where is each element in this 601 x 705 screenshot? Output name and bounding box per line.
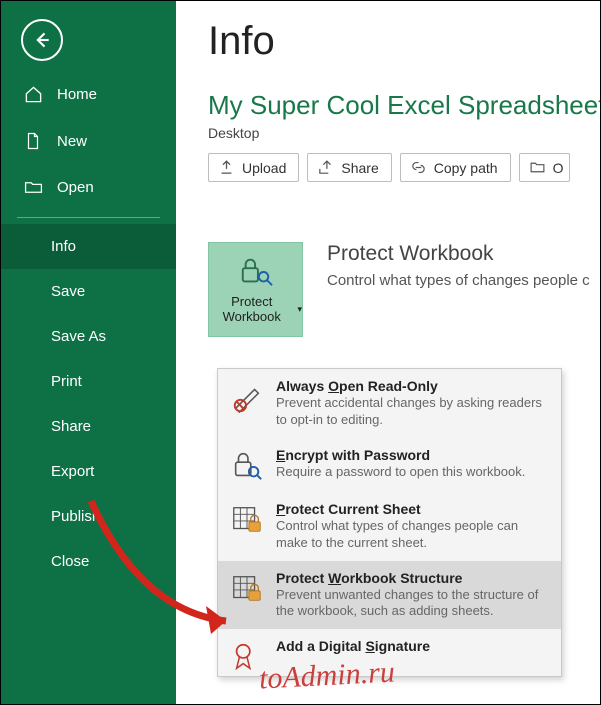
sidebar-item-label: Save xyxy=(51,283,85,300)
upload-icon xyxy=(218,159,235,176)
button-label: Copy path xyxy=(434,160,498,176)
sidebar-item-save[interactable]: Save xyxy=(1,269,176,314)
sidebar-item-print[interactable]: Print xyxy=(1,359,176,404)
protect-workbook-menu: Always Open Read-Only Prevent accidental… xyxy=(217,368,562,677)
menu-item-desc: Prevent unwanted changes to the structur… xyxy=(276,587,551,621)
sidebar-divider xyxy=(17,217,160,218)
open-location-button[interactable]: O xyxy=(519,153,571,182)
share-icon xyxy=(317,159,334,176)
sheet-lock-icon xyxy=(228,501,266,552)
menu-item-protect-structure[interactable]: Protect Workbook Structure Prevent unwan… xyxy=(218,561,561,630)
sidebar-item-info[interactable]: Info xyxy=(1,224,176,269)
sidebar-item-label: Close xyxy=(51,553,89,570)
sidebar-item-open[interactable]: Open xyxy=(1,164,176,211)
menu-item-title: Encrypt with Password xyxy=(276,447,525,463)
sidebar-item-close[interactable]: Close xyxy=(1,539,176,584)
menu-item-title: Protect Current Sheet xyxy=(276,501,551,517)
share-button[interactable]: Share xyxy=(307,153,391,182)
sidebar-item-label: Publish xyxy=(51,508,100,525)
lock-key-icon xyxy=(228,447,266,483)
folder-icon xyxy=(529,159,546,176)
button-label: Share xyxy=(341,160,378,176)
sidebar-item-label: Home xyxy=(57,86,97,103)
menu-item-desc: Prevent accidental changes by asking rea… xyxy=(276,395,551,429)
back-button[interactable] xyxy=(21,19,63,61)
sidebar-item-label: Share xyxy=(51,418,91,435)
protect-description: Control what types of changes people c xyxy=(327,272,590,289)
backstage-sidebar: Home New Open Info Save Save As Print xyxy=(1,1,176,704)
menu-item-desc: Require a password to open this workbook… xyxy=(276,464,525,481)
sidebar-item-label: Info xyxy=(51,238,76,255)
sidebar-item-label: Save As xyxy=(51,328,106,345)
menu-item-title: Add a Digital Signature xyxy=(276,638,430,654)
lock-search-icon xyxy=(237,255,275,289)
protect-heading: Protect Workbook xyxy=(327,242,590,266)
menu-item-title: Always Open Read-Only xyxy=(276,378,551,394)
signature-ribbon-icon xyxy=(228,638,266,674)
pencil-forbidden-icon xyxy=(228,378,266,429)
sidebar-item-export[interactable]: Export xyxy=(1,449,176,494)
workbook-lock-icon xyxy=(228,570,266,621)
link-icon xyxy=(410,159,427,176)
chevron-down-icon: ▾ xyxy=(297,304,302,314)
page-title: Info xyxy=(208,19,600,64)
sidebar-item-save-as[interactable]: Save As xyxy=(1,314,176,359)
tile-label: Protect Workbook xyxy=(209,295,294,325)
protect-workbook-tile[interactable]: Protect Workbook ▾ xyxy=(208,242,303,337)
upload-button[interactable]: Upload xyxy=(208,153,299,182)
sidebar-item-share[interactable]: Share xyxy=(1,404,176,449)
folder-open-icon xyxy=(23,178,43,197)
button-label: O xyxy=(553,160,564,176)
sidebar-item-label: Open xyxy=(57,179,94,196)
menu-item-open-read-only[interactable]: Always Open Read-Only Prevent accidental… xyxy=(218,369,561,438)
back-arrow-icon xyxy=(32,30,52,50)
menu-item-encrypt-password[interactable]: Encrypt with Password Require a password… xyxy=(218,438,561,492)
sidebar-item-label: New xyxy=(57,133,87,150)
menu-item-digital-signature[interactable]: Add a Digital Signature xyxy=(218,629,561,676)
sidebar-item-home[interactable]: Home xyxy=(1,71,176,118)
menu-item-desc: Control what types of changes people can… xyxy=(276,518,551,552)
sidebar-item-label: Print xyxy=(51,373,82,390)
file-actions: Upload Share Copy path O xyxy=(208,153,600,182)
new-icon xyxy=(23,132,43,150)
sidebar-item-label: Export xyxy=(51,463,94,480)
document-location: Desktop xyxy=(208,125,600,141)
menu-item-title: Protect Workbook Structure xyxy=(276,570,551,586)
sidebar-item-publish[interactable]: Publish xyxy=(1,494,176,539)
document-title: My Super Cool Excel Spreadsheet xyxy=(208,90,600,121)
home-icon xyxy=(23,85,43,104)
sidebar-item-new[interactable]: New xyxy=(1,118,176,164)
menu-item-protect-sheet[interactable]: Protect Current Sheet Control what types… xyxy=(218,492,561,561)
copy-path-button[interactable]: Copy path xyxy=(400,153,511,182)
button-label: Upload xyxy=(242,160,286,176)
